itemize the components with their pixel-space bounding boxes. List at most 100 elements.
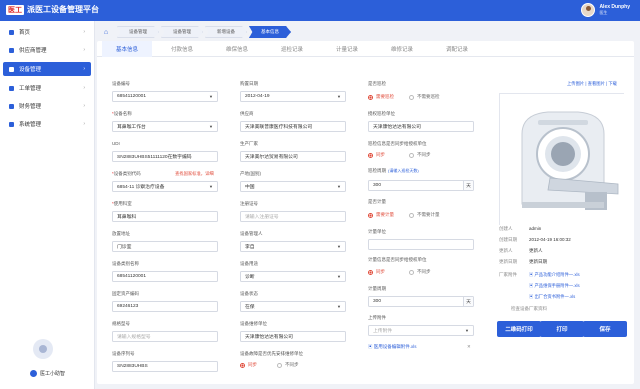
- radio-sync[interactable]: 同步: [240, 362, 257, 368]
- radio-sync[interactable]: 同步: [368, 152, 385, 158]
- category-name-input[interactable]: 68541120001: [112, 271, 218, 282]
- tab-metering[interactable]: 计量记录: [322, 41, 372, 57]
- image-actions[interactable]: 上传图片 | 查看图片 | 下载: [567, 81, 617, 87]
- field-label: 上传附件: [368, 315, 386, 320]
- field-label-text: 使用科室: [113, 201, 132, 206]
- metering-unit-input[interactable]: [368, 239, 474, 250]
- field-label: UDI: [112, 141, 120, 146]
- field-label: 设备故障是否优先安排维修单位: [240, 351, 303, 356]
- device-number-select[interactable]: 68541120001 ▼: [112, 91, 218, 102]
- inspection-unit-input[interactable]: 天津康怡达达有限公司: [368, 121, 474, 132]
- field-value: 6854-11 诊察治疗设备: [117, 185, 165, 190]
- app-logo[interactable]: 医工 派医工设备管理平台: [6, 4, 99, 15]
- check-vendor-docs-link[interactable]: 检查设备厂家资料: [511, 306, 547, 312]
- tab-payment[interactable]: 付款信息: [157, 41, 207, 57]
- tab-basic-info[interactable]: 基本信息: [102, 41, 152, 57]
- home-icon[interactable]: ⌂: [97, 26, 115, 38]
- ct-scanner-image: [500, 94, 625, 226]
- radio-need-metering[interactable]: 需要计量: [368, 212, 394, 218]
- attachment-file[interactable]: ▣ 医用设备编辑附件.xls: [368, 344, 417, 350]
- unit-suffix: 天: [463, 297, 473, 306]
- factory-file-link[interactable]: ▣ 出厂合资书附件一.xls: [529, 294, 575, 300]
- radio-indicator: [368, 269, 373, 275]
- field-label: 固定资产编码: [112, 291, 139, 296]
- field-label: 设备用途: [240, 261, 258, 266]
- radio-need-inspection[interactable]: 需要巡检: [368, 94, 394, 100]
- field-value: 李自: [245, 245, 255, 250]
- sidebar-item-home[interactable]: 首页 ›: [3, 25, 91, 39]
- radio-label: 不同步: [417, 152, 431, 157]
- factory-file-link[interactable]: ▣ 产品功能介绍附件一.xls: [529, 272, 580, 278]
- meta-value: admin: [529, 226, 542, 231]
- sidebar-item-label: 设备管理: [19, 67, 42, 73]
- radio-indicator: [277, 362, 282, 368]
- radio-no-sync[interactable]: 不同步: [409, 269, 431, 275]
- serial-number-input[interactable]: SN2883UHBS: [112, 361, 218, 372]
- location-input[interactable]: 门诊室: [112, 241, 218, 252]
- sidebar-item-system[interactable]: 系统管理 ›: [3, 117, 91, 131]
- manufacturer-input[interactable]: 天津美尔达贸易有限公司: [240, 151, 346, 162]
- save-button[interactable]: 保存: [583, 321, 627, 337]
- sidebar: 首页 › 供应商管理 › 设备管理 › 工单管理 › 财务管理 › 系统管理 › 医工小助智: [0, 21, 95, 389]
- manager-select[interactable]: 李自 ▼: [240, 241, 346, 252]
- settings-icon[interactable]: [33, 339, 53, 359]
- radio-no-metering[interactable]: 不需要计量: [409, 212, 440, 218]
- sidebar-item-device[interactable]: 设备管理 ›: [3, 62, 91, 76]
- department-input[interactable]: 耳鼻喉科: [112, 211, 218, 222]
- tab-repair[interactable]: 维修记录: [377, 41, 427, 57]
- radio-no-inspection[interactable]: 不需要巡检: [409, 94, 440, 100]
- origin-select[interactable]: 中国 ▼: [240, 181, 346, 192]
- factory-file-link[interactable]: ▣ 产品维保手册附件一.xls: [529, 283, 580, 289]
- sidebar-item-supplier[interactable]: 供应商管理 ›: [3, 43, 91, 57]
- print-qrcode-button[interactable]: 二维码打印: [497, 321, 541, 337]
- purchase-date-select[interactable]: 2012-04-19 ▼: [240, 91, 346, 102]
- breadcrumb-item[interactable]: 设备管理: [117, 26, 159, 38]
- radio-sync[interactable]: 同步: [368, 269, 385, 275]
- field-label: *设备名称: [112, 111, 132, 117]
- radio-label: 不同步: [285, 362, 299, 367]
- sidebar-item-workorder[interactable]: 工单管理 ›: [3, 81, 91, 95]
- field-label: 生产厂家: [240, 141, 258, 146]
- sidebar-item-finance[interactable]: 财务管理 ›: [3, 99, 91, 113]
- category-code-select[interactable]: 6854-11 诊察治疗设备 ▼: [112, 181, 218, 192]
- tab-inspection[interactable]: 巡检记录: [267, 41, 317, 57]
- tab-maintenance[interactable]: 维保信息: [212, 41, 262, 57]
- radio-no-sync[interactable]: 不同步: [277, 362, 299, 368]
- metering-cycle-input[interactable]: 300 天: [368, 296, 474, 307]
- field-label: 设备类别名称: [112, 261, 139, 266]
- repair-unit-input[interactable]: 天津康怡达达有限公司: [240, 331, 346, 342]
- radio-label: 同步: [248, 362, 257, 367]
- radio-indicator: [240, 362, 245, 368]
- radio-label: 需要巡检: [376, 94, 394, 99]
- caret-down-icon: ▼: [337, 244, 341, 249]
- close-icon[interactable]: ✕: [467, 344, 471, 350]
- breadcrumb-item[interactable]: 新增设备: [205, 26, 247, 38]
- status-select[interactable]: 在保 ▼: [240, 301, 346, 312]
- field-label: 规格型号: [112, 321, 130, 326]
- udi-input[interactable]: SN2883UHBS51111120在数字编码: [112, 151, 218, 162]
- usage-select[interactable]: 诊断 ▼: [240, 271, 346, 282]
- factory-attachments-label: 厂家附件: [499, 272, 517, 277]
- helper-link[interactable]: 医工小助智: [30, 370, 65, 377]
- meta-value: 2012-04-19 16:00:32: [529, 237, 571, 242]
- breadcrumb-item[interactable]: 设备管理: [161, 26, 203, 38]
- inspection-cycle-input[interactable]: 300 天: [368, 180, 474, 191]
- workorder-icon: [9, 85, 14, 91]
- radio-no-sync[interactable]: 不同步: [409, 152, 431, 158]
- sidebar-item-label: 工单管理: [19, 86, 42, 92]
- lookup-hint[interactable]: 查找国家标准，详细: [175, 171, 214, 177]
- upload-attachment-select[interactable]: 上传附件 ▼: [368, 325, 474, 336]
- model-input[interactable]: 请输入规格型号: [112, 331, 218, 342]
- asset-code-input[interactable]: 69246123: [112, 301, 218, 312]
- user-menu[interactable]: Alex Dunphy 医生: [581, 3, 630, 17]
- tab-allocation[interactable]: 调配记录: [432, 41, 482, 57]
- meta-key: 创建日期: [499, 237, 517, 242]
- device-name-select[interactable]: 耳鼻喉工作台 ▼: [112, 121, 218, 132]
- print-button[interactable]: 打印: [540, 321, 584, 337]
- avatar[interactable]: [581, 3, 596, 17]
- registration-input[interactable]: 请输入注册证号: [240, 211, 346, 222]
- field-label: 是否计量: [368, 199, 386, 204]
- caret-down-icon: ▼: [209, 94, 213, 99]
- finance-icon: [9, 103, 14, 109]
- supplier-input[interactable]: 天津美联普康医疗科技有限公司: [240, 121, 346, 132]
